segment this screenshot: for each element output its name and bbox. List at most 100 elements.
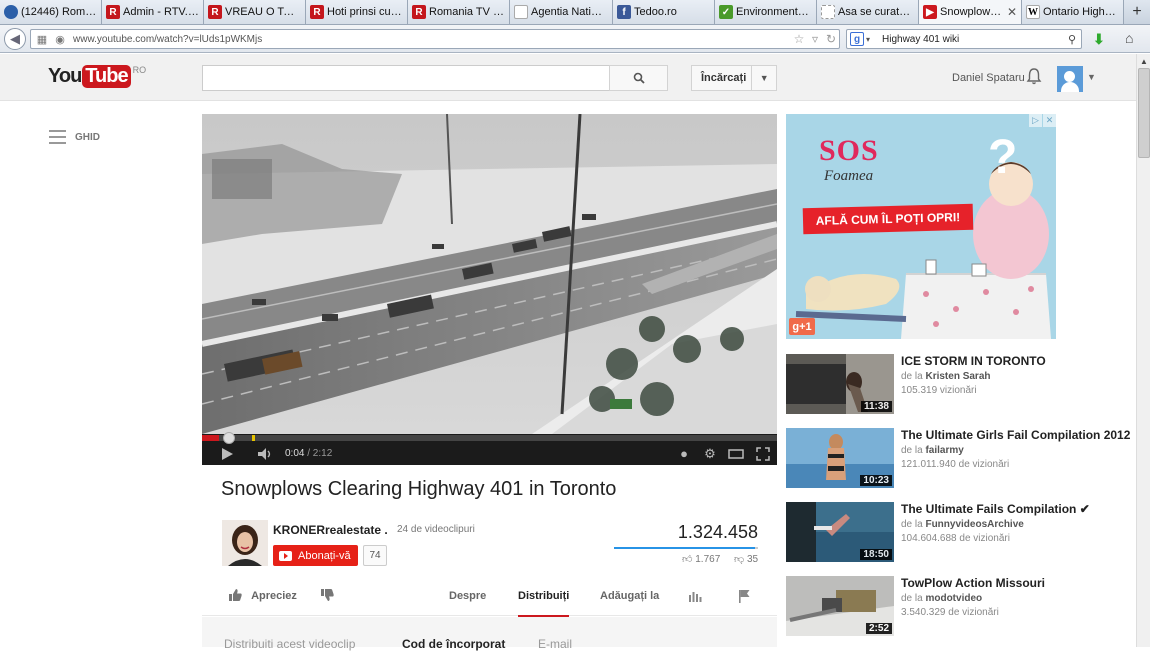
thumbs-down-icon <box>321 589 334 601</box>
subscriber-count: 74 <box>363 545 387 566</box>
share-panel: Distribuiti acest videoclip Cod de încor… <box>202 617 777 651</box>
youtube-search-button[interactable] <box>609 65 668 91</box>
reload-icon[interactable]: ↻ <box>823 32 839 46</box>
bookmark-star-icon[interactable]: ☆ <box>791 32 807 46</box>
related-video-views: 3.540.329 de vizionări <box>901 607 999 618</box>
video-frame <box>202 114 777 434</box>
related-video-title[interactable]: ICE STORM IN TORONTO <box>901 354 1046 368</box>
channel-name[interactable]: KRONERrealestate . <box>273 523 388 537</box>
channel-avatar[interactable] <box>222 520 268 566</box>
annotations-button[interactable]: ● <box>671 446 697 461</box>
ad-info-icon[interactable]: ▷ <box>1029 114 1042 127</box>
back-button[interactable]: ◀ <box>4 28 26 50</box>
browser-search-box[interactable]: g ▾ Highway 401 wiki ⚲ <box>846 29 1082 49</box>
ad-close-icon[interactable]: ✕ <box>1043 114 1056 127</box>
subscribe-button[interactable]: Abonați-vă <box>273 545 358 566</box>
related-video[interactable]: 11:38 ICE STORM IN TORONTO de la Kristen… <box>786 354 1136 416</box>
browser-tab[interactable]: f Tedoo.ro <box>613 0 715 24</box>
chevron-down-icon[interactable]: ▼ <box>1087 72 1096 82</box>
share-tab-embed[interactable]: Cod de încorporat <box>402 637 505 651</box>
search-icon[interactable]: ⚲ <box>1063 33 1081 46</box>
info-icon: ● <box>680 446 688 461</box>
question-mark-icon: ? <box>988 131 1018 184</box>
browser-tab[interactable]: ✓ Environmental ... <box>715 0 817 24</box>
theater-mode-button[interactable] <box>723 448 749 459</box>
progress-marker <box>252 435 255 441</box>
video-title: Snowplows Clearing Highway 401 in Toront… <box>221 478 617 500</box>
engine-dropdown-icon[interactable]: ▾ <box>866 35 870 44</box>
youtube-play-icon <box>279 550 292 561</box>
browser-tab[interactable]: RHoti prinsi cu 20... <box>306 0 408 24</box>
volume-button[interactable] <box>252 447 280 460</box>
view-count: 1.324.458 <box>677 522 758 542</box>
thumbs-up-icon <box>229 589 242 601</box>
rtv-favicon-icon: R <box>208 5 222 19</box>
page-scrollbar[interactable]: ▲ <box>1136 54 1150 647</box>
home-icon[interactable]: ⌂ <box>1125 30 1133 46</box>
notifications-bell-icon[interactable] <box>1026 68 1042 89</box>
settings-button[interactable]: ⚙ <box>697 446 723 462</box>
browser-tab[interactable]: WOntario Highwa... <box>1022 0 1124 24</box>
scroll-up-arrow-icon[interactable]: ▲ <box>1137 54 1150 68</box>
ad-subtitle: Foamea <box>824 168 874 184</box>
sidebar-ad[interactable]: SOS Foamea ? AFLĂ CUM ÎL POȚI OPRI! g+1 … <box>786 114 1056 339</box>
related-video[interactable]: 2:52 TowPlow Action Missouri de la modot… <box>786 576 1136 638</box>
browser-tab[interactable]: RRomania TV | R... <box>408 0 510 24</box>
browser-tab[interactable]: RVREAU O TARA ... <box>204 0 306 24</box>
back-arrow-icon: ◀ <box>10 31 20 46</box>
progress-bar[interactable] <box>202 432 777 444</box>
youtube-masthead: You Tube RO Încărcați ▼ Daniel Spataru ▼ <box>0 54 1136 101</box>
share-tab-email[interactable]: E-mail <box>538 637 572 651</box>
scrollbar-thumb[interactable] <box>1138 68 1150 158</box>
dislike-button[interactable] <box>320 588 334 605</box>
share-tab-share[interactable]: Distribuiti acest videoclip <box>224 637 355 651</box>
address-bar[interactable]: ▦ ◉ www.youtube.com/watch?v=lUds1pWKMjs … <box>30 29 840 49</box>
video-thumbnail[interactable]: 11:38 <box>786 354 894 414</box>
play-button[interactable] <box>202 447 252 460</box>
chevron-down-icon[interactable]: ▼ <box>751 66 776 90</box>
thumbs-down-icon: 👎︎ <box>734 554 745 565</box>
time-display: 0:04 / 2:12 <box>285 448 333 459</box>
video-thumbnail[interactable]: 2:52 <box>786 576 894 636</box>
browser-tab-active[interactable]: ▶ Snowplows ... ✕ <box>919 0 1022 24</box>
site-identity-icon[interactable]: ▦ <box>35 32 49 46</box>
google-engine-icon[interactable]: g <box>850 32 864 46</box>
avatar[interactable] <box>1057 66 1083 92</box>
browser-tab[interactable]: (12446) Romani... <box>0 0 102 24</box>
guide-button[interactable]: GHID <box>49 130 100 144</box>
page-favicon-icon <box>514 5 528 19</box>
browser-tab[interactable]: Asa se curata z... <box>817 0 919 24</box>
google-plus-button[interactable]: g+1 <box>789 318 815 335</box>
related-video-author: de la Kristen Sarah <box>901 371 991 382</box>
channel-video-count[interactable]: 24 de videoclipuri <box>397 524 475 535</box>
close-tab-icon[interactable]: ✕ <box>1007 5 1017 19</box>
video-player[interactable]: 0:04 / 2:12 ● ⚙ <box>202 114 777 465</box>
youtube-logo[interactable]: You Tube RO <box>48 65 146 88</box>
video-thumbnail[interactable]: 18:50 <box>786 502 894 562</box>
browser-navbar: ◀ ▦ ◉ www.youtube.com/watch?v=lUds1pWKMj… <box>0 25 1150 53</box>
play-icon <box>222 447 233 460</box>
related-video-title[interactable]: TowPlow Action Missouri <box>901 576 1045 590</box>
tab-share[interactable]: Distribuiți <box>518 590 570 618</box>
video-thumbnail[interactable]: 10:23 <box>786 428 894 488</box>
upload-button[interactable]: Încărcați ▼ <box>691 65 777 91</box>
fullscreen-button[interactable] <box>749 446 777 461</box>
statistics-button[interactable] <box>688 589 702 606</box>
new-tab-button[interactable]: + <box>1124 0 1150 24</box>
browser-tab[interactable]: R Admin - RTV.net <box>102 0 204 24</box>
youtube-search-input[interactable] <box>202 65 610 91</box>
account-name[interactable]: Daniel Spataru <box>952 72 1025 84</box>
related-video-title[interactable]: The Ultimate Fails Compilation ✔ <box>901 502 1090 516</box>
tab-about[interactable]: Despre <box>449 590 486 602</box>
report-button[interactable] <box>737 589 751 606</box>
ad-cta[interactable]: AFLĂ CUM ÎL POȚI OPRI! <box>802 203 974 235</box>
related-video[interactable]: 18:50 The Ultimate Fails Compilation ✔ d… <box>786 502 1136 564</box>
browser-tab[interactable]: Agentia Nationa... <box>510 0 613 24</box>
related-video-views: 121.011.940 de vizionări <box>901 459 1010 470</box>
download-icon[interactable]: ⬇ <box>1093 31 1105 48</box>
related-video[interactable]: 10:23 The Ultimate Girls Fail Compilatio… <box>786 428 1136 490</box>
like-button[interactable]: Apreciez <box>228 588 297 602</box>
dropdown-icon[interactable]: ▿ <box>807 32 823 46</box>
tab-add-to[interactable]: Adăugați la <box>600 590 659 602</box>
related-video-title[interactable]: The Ultimate Girls Fail Compilation 2012 <box>901 428 1130 442</box>
